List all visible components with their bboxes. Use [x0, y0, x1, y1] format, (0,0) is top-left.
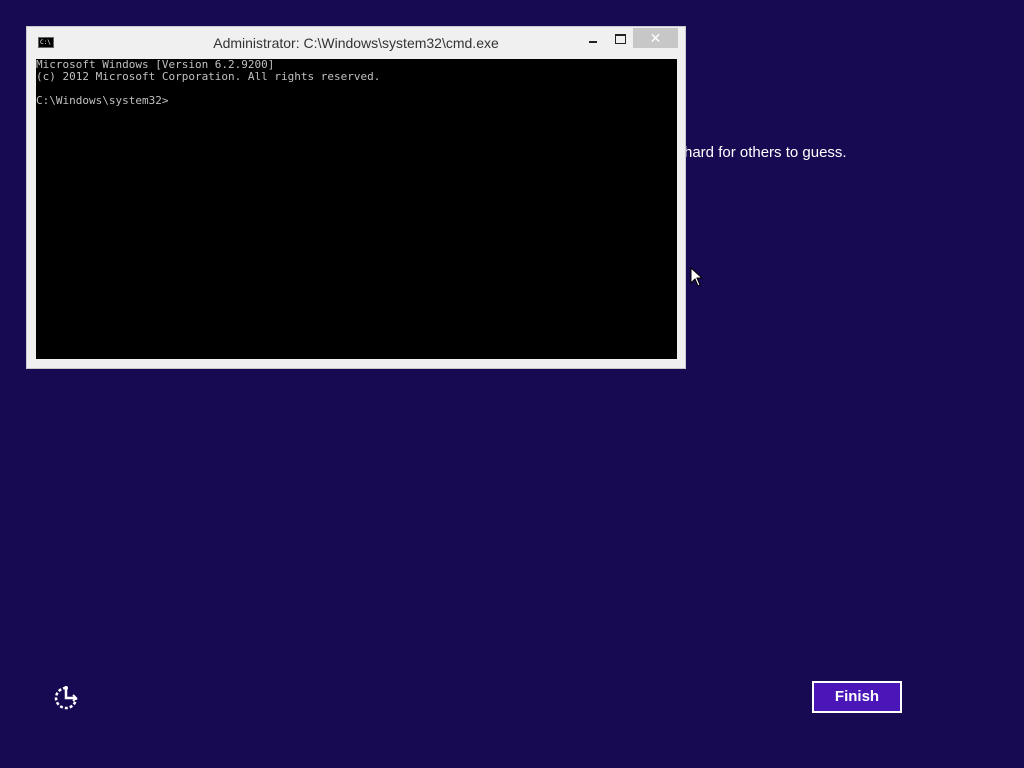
cmd-titlebar[interactable]: C:\ Administrator: C:\Windows\system32\c…	[27, 27, 685, 58]
ease-of-access-icon[interactable]	[52, 684, 80, 712]
close-button[interactable]: ✕	[633, 28, 678, 48]
password-hint-text: hard for others to guess.	[684, 144, 847, 161]
mouse-cursor-icon	[690, 267, 704, 287]
maximize-icon	[615, 34, 626, 44]
cmd-window[interactable]: C:\ Administrator: C:\Windows\system32\c…	[26, 26, 686, 369]
setup-screen: hard for others to guess. C:\ Administra…	[0, 0, 1024, 768]
maximize-button[interactable]	[607, 29, 633, 49]
console-prompt[interactable]: C:\Windows\system32>	[36, 95, 677, 107]
minimize-button[interactable]	[580, 29, 606, 49]
minimize-icon	[589, 41, 597, 43]
finish-button[interactable]: Finish	[812, 681, 902, 713]
console-output[interactable]: Microsoft Windows [Version 6.2.9200] (c)…	[36, 59, 677, 359]
close-icon: ✕	[649, 30, 662, 46]
console-line: (c) 2012 Microsoft Corporation. All righ…	[36, 70, 381, 83]
